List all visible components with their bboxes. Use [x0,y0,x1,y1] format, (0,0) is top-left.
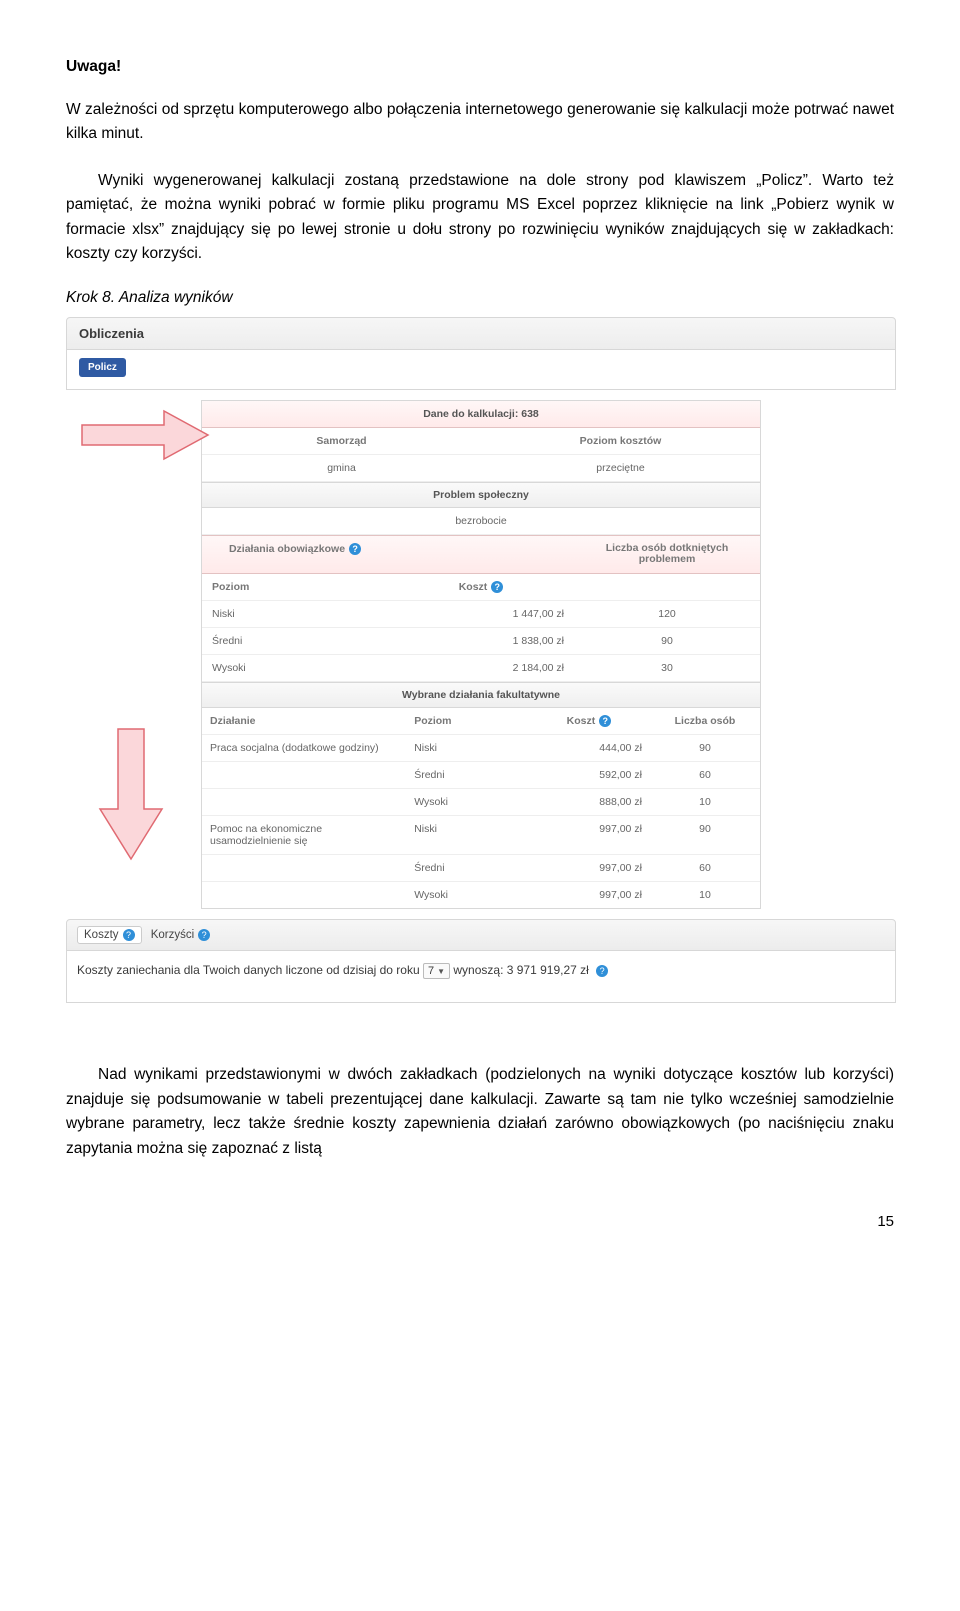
table-row: Samorząd Poziom kosztów [202,428,760,455]
col-header: Koszt? [528,708,650,734]
calc-title: Dane do kalkulacji: 638 [202,401,760,428]
tab-label: Koszty [84,929,119,941]
result-text-pre: Koszty zaniechania dla Twoich danych lic… [77,963,420,977]
cell: 10 [650,789,760,815]
col-header: Samorząd [202,428,481,454]
step-label: Krok 8. Analiza wyników [66,289,894,307]
section-header: Wybrane działania fakultatywne [202,682,760,708]
cell: 1 838,00 zł [388,628,574,654]
col-header: Działanie [202,708,406,734]
table-row: Poziom Koszt? [202,574,760,601]
cell: 90 [650,816,760,854]
cell: gmina [202,455,481,481]
cell: Wysoki [406,789,528,815]
cell: Wysoki [202,655,388,681]
arrow-down-icon [96,727,166,862]
col-header [388,536,574,573]
help-icon[interactable]: ? [349,543,361,555]
cell: Średni [406,855,528,881]
label: Działania obowiązkowe [229,543,345,555]
doc-paragraph-2: Wyniki wygenerowanej kalkulacji zostaną … [66,169,894,267]
cell: 30 [574,655,760,681]
help-icon[interactable]: ? [198,929,210,941]
cell: 888,00 zł [528,789,650,815]
col-header: Poziom [406,708,528,734]
help-icon[interactable]: ? [596,965,608,977]
cell: Niski [202,601,388,627]
select-value: 7 [428,965,434,977]
section-header: Problem społeczny [202,482,760,508]
page-number: 15 [66,1213,894,1230]
cell: 997,00 zł [528,882,650,908]
cell: Niski [406,735,528,761]
tabs-bar: Koszty? Korzyści? [66,919,896,951]
cell: 1 447,00 zł [388,601,574,627]
label: Koszt [567,715,596,727]
label: Koszt [459,581,488,593]
panel-header: Obliczenia [66,317,896,350]
table-row: Wysoki 2 184,00 zł 30 [202,655,760,682]
table-row: Działanie Poziom Koszt? Liczba osób [202,708,760,735]
col-header: Poziom kosztów [481,428,760,454]
table-row: Praca socjalna (dodatkowe godziny) Niski… [202,735,760,762]
table-row: bezrobocie [202,508,760,535]
policz-button[interactable]: Policz [79,358,126,377]
tabs-body: Koszty zaniechania dla Twoich danych lic… [66,951,896,1003]
cell: 592,00 zł [528,762,650,788]
doc-paragraph-1: W zależności od sprzętu komputerowego al… [66,98,894,147]
cell: Pomoc na ekonomiczne usamodzielnienie si… [202,816,406,854]
col-header: Liczba osób dotkniętych problemem [574,536,760,573]
col-header: Działania obowiązkowe? [202,536,388,573]
cell: 444,00 zł [528,735,650,761]
table-row: Średni 997,00 zł 60 [202,855,760,882]
tab-label: Korzyści [151,929,194,941]
cell: 997,00 zł [528,816,650,854]
help-icon[interactable]: ? [599,715,611,727]
table-row: Pomoc na ekonomiczne usamodzielnienie si… [202,816,760,855]
cell: 120 [574,601,760,627]
chevron-down-icon: ▼ [437,967,445,976]
result-text-post: wynoszą: 3 971 919,27 zł [453,963,588,977]
cell [202,789,406,815]
cell: Średni [406,762,528,788]
cell: 10 [650,882,760,908]
tab-koszty[interactable]: Koszty? [77,926,142,944]
doc-paragraph-3: Nad wynikami przedstawionymi w dwóch zak… [66,1063,894,1161]
table-row: Wysoki 997,00 zł 10 [202,882,760,908]
cell: Średni [202,628,388,654]
cell: 90 [650,735,760,761]
cell [202,855,406,881]
col-header: Koszt? [388,574,574,600]
cell [202,762,406,788]
cell: przeciętne [481,455,760,481]
cell: 60 [650,762,760,788]
panel-body-top: Policz [66,350,896,390]
table-row: Średni 592,00 zł 60 [202,762,760,789]
tab-korzysci[interactable]: Korzyści? [145,927,216,943]
cell: 2 184,00 zł [388,655,574,681]
col-header: Liczba osób [650,708,760,734]
col-header [574,574,760,600]
table-row: Wysoki 888,00 zł 10 [202,789,760,816]
embedded-screenshot: Obliczenia Policz Dane do kalkulacji: 63… [66,317,896,1003]
cell: 60 [650,855,760,881]
cell: 90 [574,628,760,654]
year-select[interactable]: 7▼ [423,963,450,979]
col-header: Poziom [202,574,388,600]
arrow-right-icon [80,407,210,463]
table-row: Niski 1 447,00 zł 120 [202,601,760,628]
cell: 997,00 zł [528,855,650,881]
help-icon[interactable]: ? [123,929,135,941]
cell: Niski [406,816,528,854]
cell: Wysoki [406,882,528,908]
cell: bezrobocie [202,508,760,534]
table-row: gmina przeciętne [202,455,760,482]
cell [202,882,406,908]
help-icon[interactable]: ? [491,581,503,593]
section-header: Działania obowiązkowe? Liczba osób dotkn… [202,535,760,574]
cell: Praca socjalna (dodatkowe godziny) [202,735,406,761]
doc-heading: Uwaga! [66,58,894,76]
calc-table: Dane do kalkulacji: 638 Samorząd Poziom … [201,400,761,909]
table-row: Średni 1 838,00 zł 90 [202,628,760,655]
